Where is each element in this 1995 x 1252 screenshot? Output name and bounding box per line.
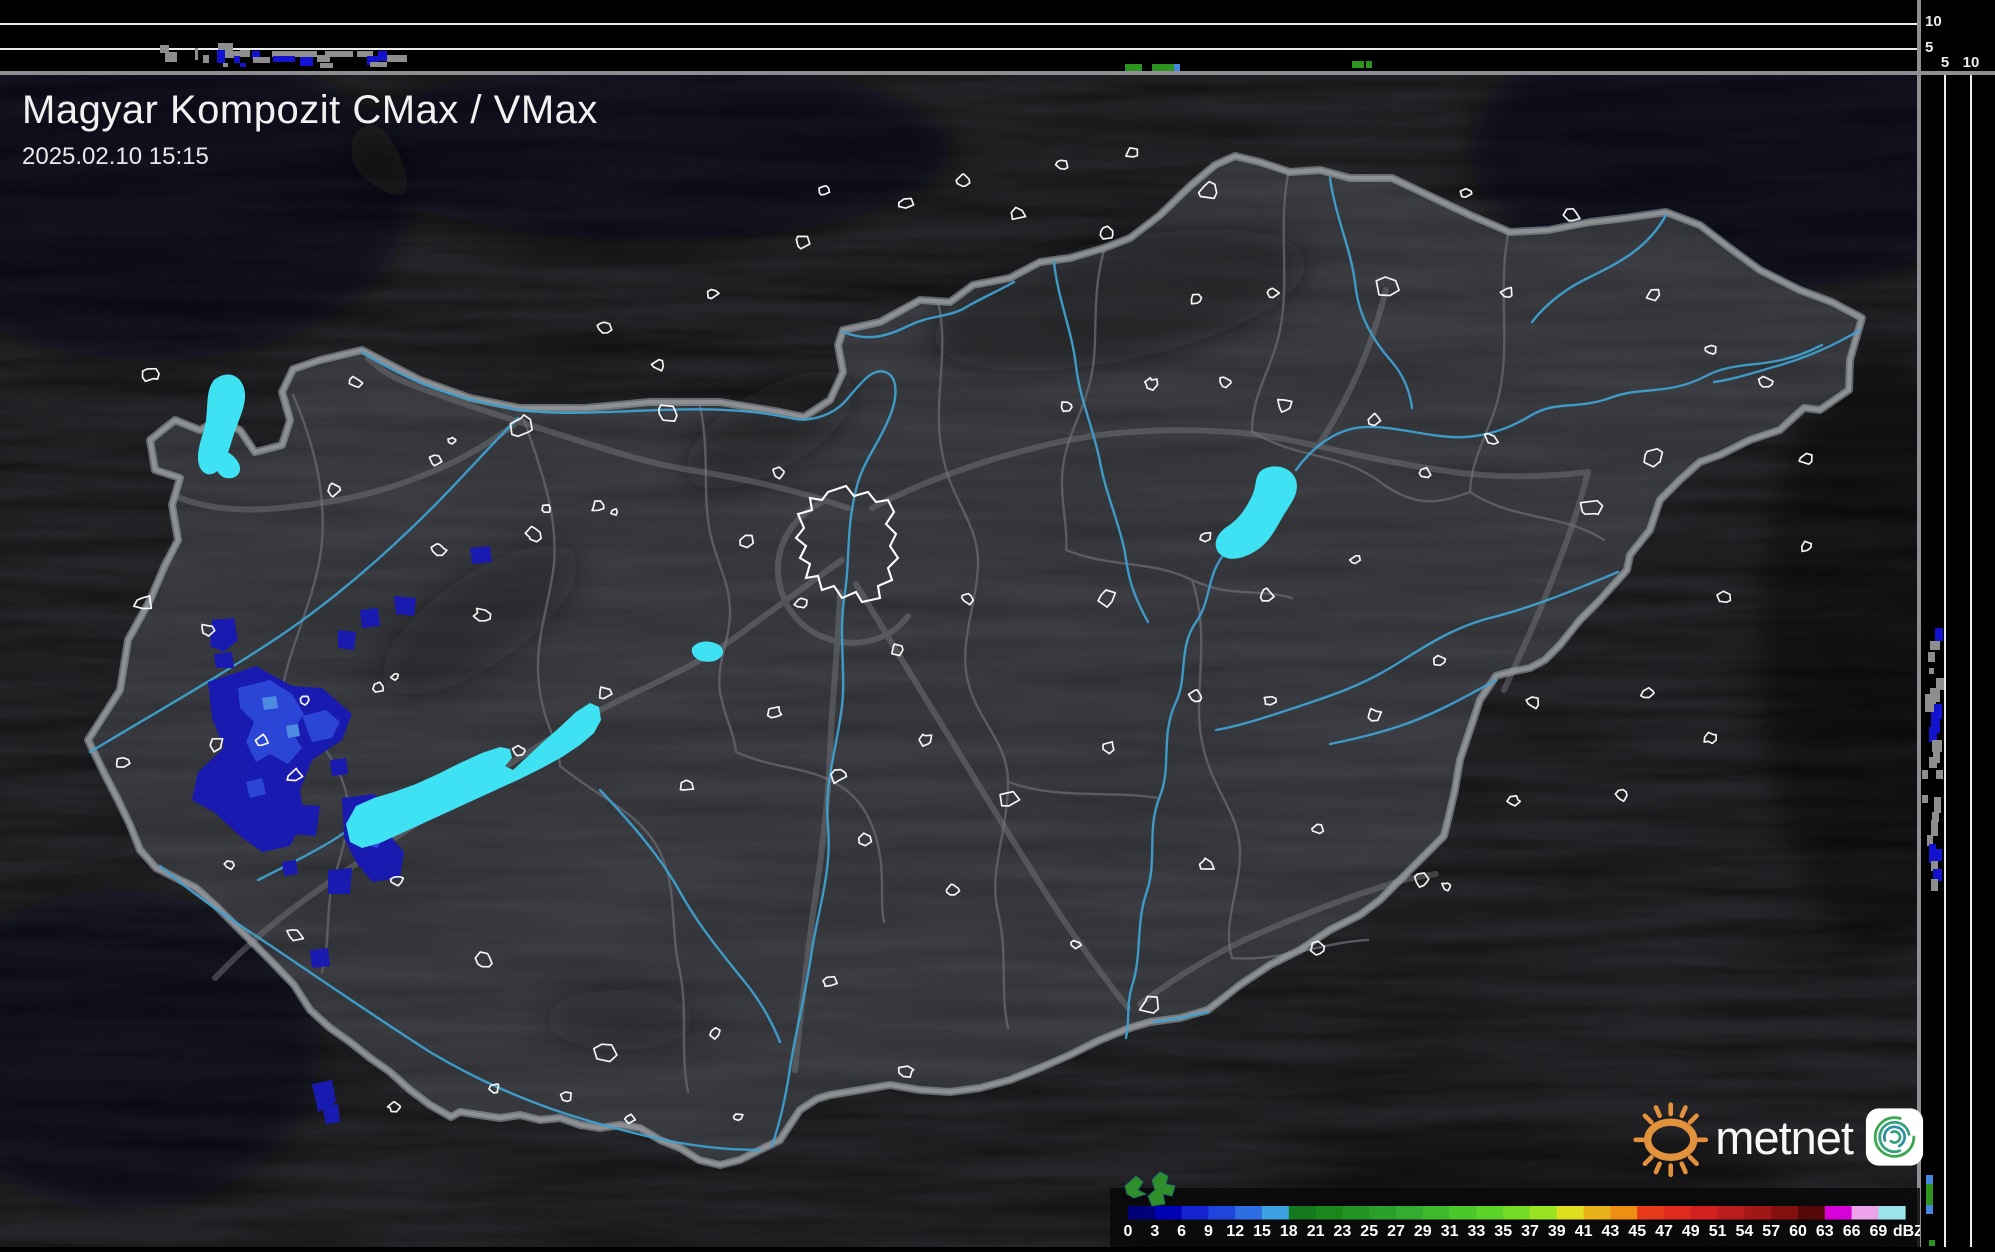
colorbar-scale: 0 3 6 9 12 15 18 21 23 25 27 29 31 33 35 37 39 41 43 45 47 49… (1124, 1206, 1924, 1240)
colorbar-cell (1771, 1206, 1799, 1220)
echo-cell (360, 608, 380, 628)
colorbar-cell (1878, 1206, 1906, 1220)
colorbar-label: 6 (1177, 1223, 1186, 1240)
colorbar-label: 0 (1124, 1223, 1133, 1240)
colorbar-cell (1181, 1206, 1209, 1220)
colorbar-cell (1128, 1206, 1156, 1220)
colorbar-label: 45 (1628, 1223, 1646, 1240)
map-frame-vertical (1917, 0, 1921, 1247)
colorbar-label: 47 (1655, 1223, 1673, 1240)
colorbar-label: 21 (1307, 1223, 1325, 1240)
colorbar-label: 51 (1709, 1223, 1727, 1240)
colorbar-cell (1262, 1206, 1290, 1220)
colorbar-cell (1556, 1206, 1584, 1220)
colorbar-label: 39 (1548, 1223, 1566, 1240)
colorbar-cell (1664, 1206, 1692, 1220)
echo-cell (310, 948, 330, 968)
colorbar-label: 54 (1736, 1223, 1754, 1240)
right-axis-label-5: 5 (1940, 54, 1950, 71)
right-axis-label-10: 10 (1962, 54, 1980, 71)
colorbar-label: dBZ (1893, 1223, 1920, 1240)
colorbar-label: 15 (1253, 1223, 1271, 1240)
colorbar-label: 57 (1762, 1223, 1780, 1240)
colorbar-label: 35 (1494, 1223, 1512, 1240)
colorbar-label: 31 (1441, 1223, 1459, 1240)
metnet-app-icon (1865, 1108, 1924, 1166)
colorbar-label: 41 (1575, 1223, 1593, 1240)
colorbar-label: 60 (1789, 1223, 1807, 1240)
colorbar-label: 9 (1204, 1223, 1213, 1240)
colorbar-label: 12 (1226, 1223, 1244, 1240)
colorbar-label: 23 (1334, 1223, 1352, 1240)
colorbar-cell (1851, 1206, 1879, 1220)
colorbar-cell (1476, 1206, 1504, 1220)
colorbar-label: 29 (1414, 1223, 1432, 1240)
colorbar-cell (1235, 1206, 1263, 1220)
colorbar-label: 25 (1360, 1223, 1378, 1240)
echo-cell (282, 860, 298, 876)
radar-map (0, 75, 1917, 1247)
colorbar-cell (1422, 1206, 1450, 1220)
colorbar-cell (1503, 1206, 1531, 1220)
colorbar-label: 18 (1280, 1223, 1298, 1240)
echo-cell (286, 804, 320, 836)
colorbar-cell (1798, 1206, 1826, 1220)
colorbar-cell (1342, 1206, 1370, 1220)
colorbar-cell (1530, 1206, 1558, 1220)
page-title: Magyar Kompozit CMax / VMax (22, 88, 598, 132)
echo-cell (328, 868, 352, 894)
colorbar-label: 43 (1602, 1223, 1620, 1240)
colorbar-cell (1690, 1206, 1718, 1220)
colorbar-label: 3 (1150, 1223, 1159, 1240)
colorbar-label: 27 (1387, 1223, 1405, 1240)
colorbar-label: 66 (1843, 1223, 1861, 1240)
echo-cell (330, 758, 348, 776)
colorbar-cell (1637, 1206, 1665, 1220)
radar-product-page: { "header": { "title": "Magyar Kompozit … (0, 0, 1995, 1247)
colorbar-cell (1154, 1206, 1182, 1220)
colorbar-label: 49 (1682, 1223, 1700, 1240)
echo-cell (286, 724, 300, 738)
colorbar-cell (1583, 1206, 1611, 1220)
colorbar-cell (1369, 1206, 1397, 1220)
echo-cell (262, 696, 278, 710)
logo-text: metnet (1715, 1110, 1854, 1164)
colorbar-cell (1717, 1206, 1745, 1220)
colorbar-cell (1288, 1206, 1316, 1220)
top-profile-gridline-5km (0, 48, 1917, 50)
colorbar-label: 69 (1870, 1223, 1888, 1240)
map-frame-horizontal (0, 71, 1995, 75)
right-profile-gridline-5km (1944, 75, 1946, 1247)
metnet-logo[interactable]: metnet (1632, 1094, 1924, 1180)
colorbar-label: 33 (1468, 1223, 1486, 1240)
echo-cell (394, 596, 416, 616)
colorbar-cell (1208, 1206, 1236, 1220)
echo-cell (470, 546, 492, 564)
top-axis-label-10: 10 (1925, 13, 1942, 30)
header: Magyar Kompozit CMax / VMax 2025.02.10 1… (22, 88, 598, 171)
colorbar-cell (1744, 1206, 1772, 1220)
echo-cell (214, 652, 234, 668)
sun-icon (1633, 1102, 1709, 1178)
echo-cell (338, 630, 356, 650)
colorbar-label: 63 (1816, 1223, 1834, 1240)
top-profile-gridline-10km (0, 23, 1917, 25)
colorbar-label: 37 (1521, 1223, 1539, 1240)
colorbar-cell (1396, 1206, 1424, 1220)
colorbar-cell (1824, 1206, 1852, 1220)
colorbar-cell (1315, 1206, 1343, 1220)
timestamp: 2025.02.10 15:15 (22, 143, 209, 170)
colorbar-cell (1610, 1206, 1638, 1220)
colorbar: 0 3 6 9 12 15 18 21 23 25 27 29 31 33 35 37 39 41 43 45 47 49… (1110, 1188, 1924, 1247)
top-axis-label-5: 5 (1925, 39, 1934, 56)
colorbar-cell (1449, 1206, 1477, 1220)
right-profile-gridline-10km (1970, 75, 1972, 1247)
